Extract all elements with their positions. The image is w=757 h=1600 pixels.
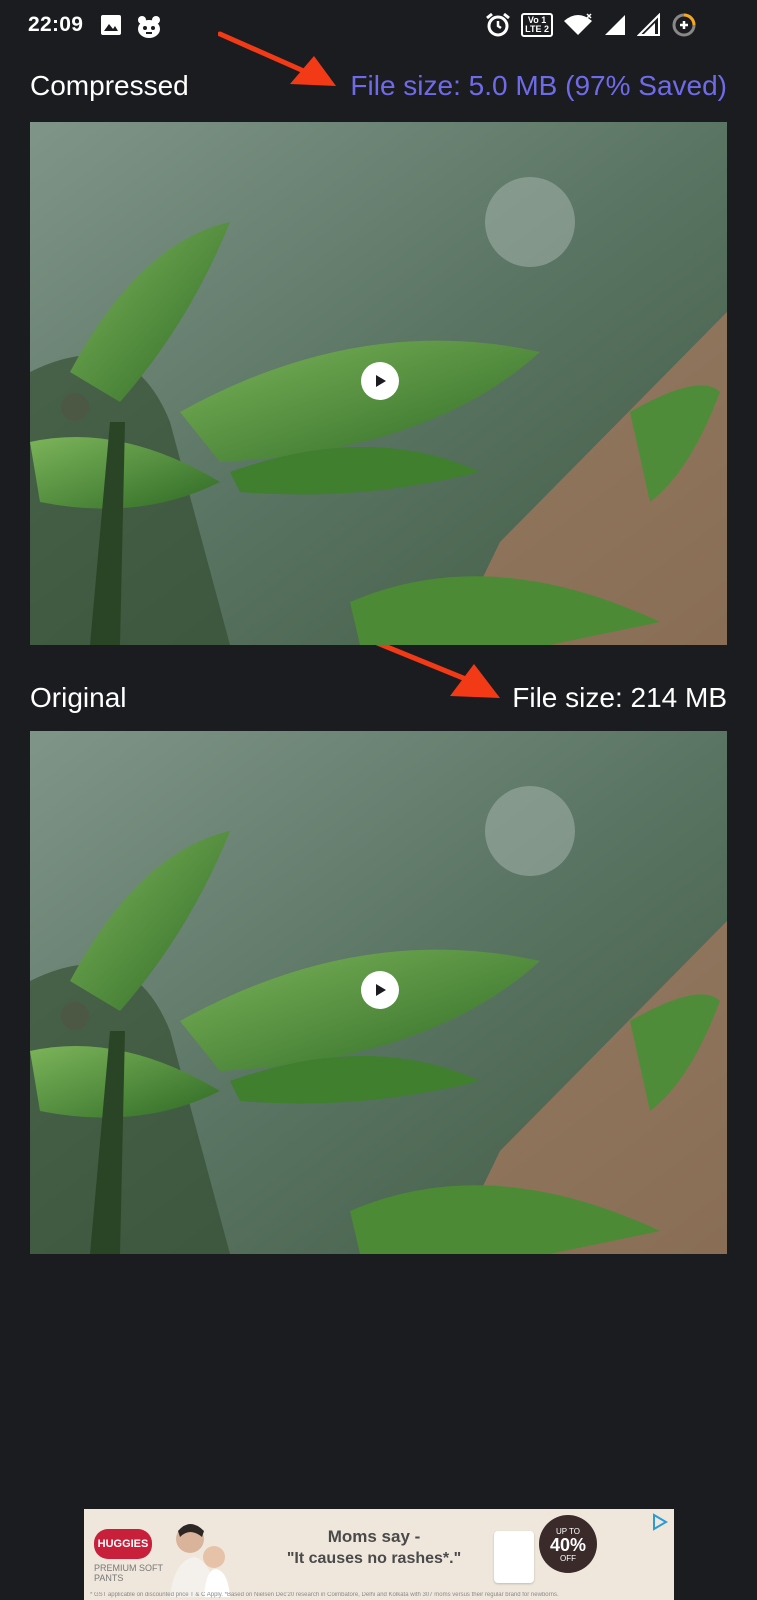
ad-fine-print: * GST applicable on discounted price T &… — [90, 1592, 559, 1598]
play-icon — [376, 375, 386, 387]
play-button[interactable] — [361, 971, 399, 1009]
annotation-arrow — [218, 31, 336, 86]
annotation-arrow — [368, 637, 500, 698]
ad-headline: Moms say - — [327, 1527, 421, 1546]
original-label: Original — [30, 682, 127, 713]
ad-product-pack — [494, 1531, 534, 1583]
data-saver-icon — [672, 13, 696, 37]
adchoices-icon[interactable] — [650, 1513, 668, 1531]
ad-headline-quote: "It causes no rashes*." — [286, 1550, 462, 1567]
status-time: 22:09 — [28, 13, 84, 36]
ad-banner[interactable]: HUGGIES PREMIUM SOFT PANTS Moms say - "I… — [84, 1509, 674, 1600]
original-video-preview[interactable] — [30, 731, 727, 1254]
signal-icon — [605, 15, 625, 35]
compressed-label: Compressed — [30, 70, 189, 101]
status-bar: 22:09 Vo 1 LTE 2 — [0, 0, 757, 56]
ad-offer-badge: UP TO 40% OFF — [539, 1515, 597, 1573]
play-icon — [376, 984, 386, 996]
ad-mother-baby-image — [170, 1524, 230, 1597]
signal-icon — [637, 13, 660, 36]
volte-icon: Vo 1 LTE 2 — [521, 13, 553, 37]
app-notification-icon — [138, 16, 160, 38]
ad-brand-subtitle: PREMIUM SOFT PANTS — [94, 1563, 163, 1583]
play-button[interactable] — [361, 362, 399, 400]
alarm-icon — [486, 12, 511, 37]
gallery-icon — [101, 15, 121, 35]
status-icons: Vo 1 LTE 2 — [485, 12, 697, 38]
wifi-icon — [564, 13, 592, 35]
ad-brand-logo: HUGGIES — [94, 1529, 152, 1559]
compressed-video-preview[interactable] — [30, 122, 727, 645]
compressed-file-size: File size: 5.0 MB (97% Saved) — [350, 70, 727, 101]
original-file-size: File size: 214 MB — [512, 682, 727, 713]
